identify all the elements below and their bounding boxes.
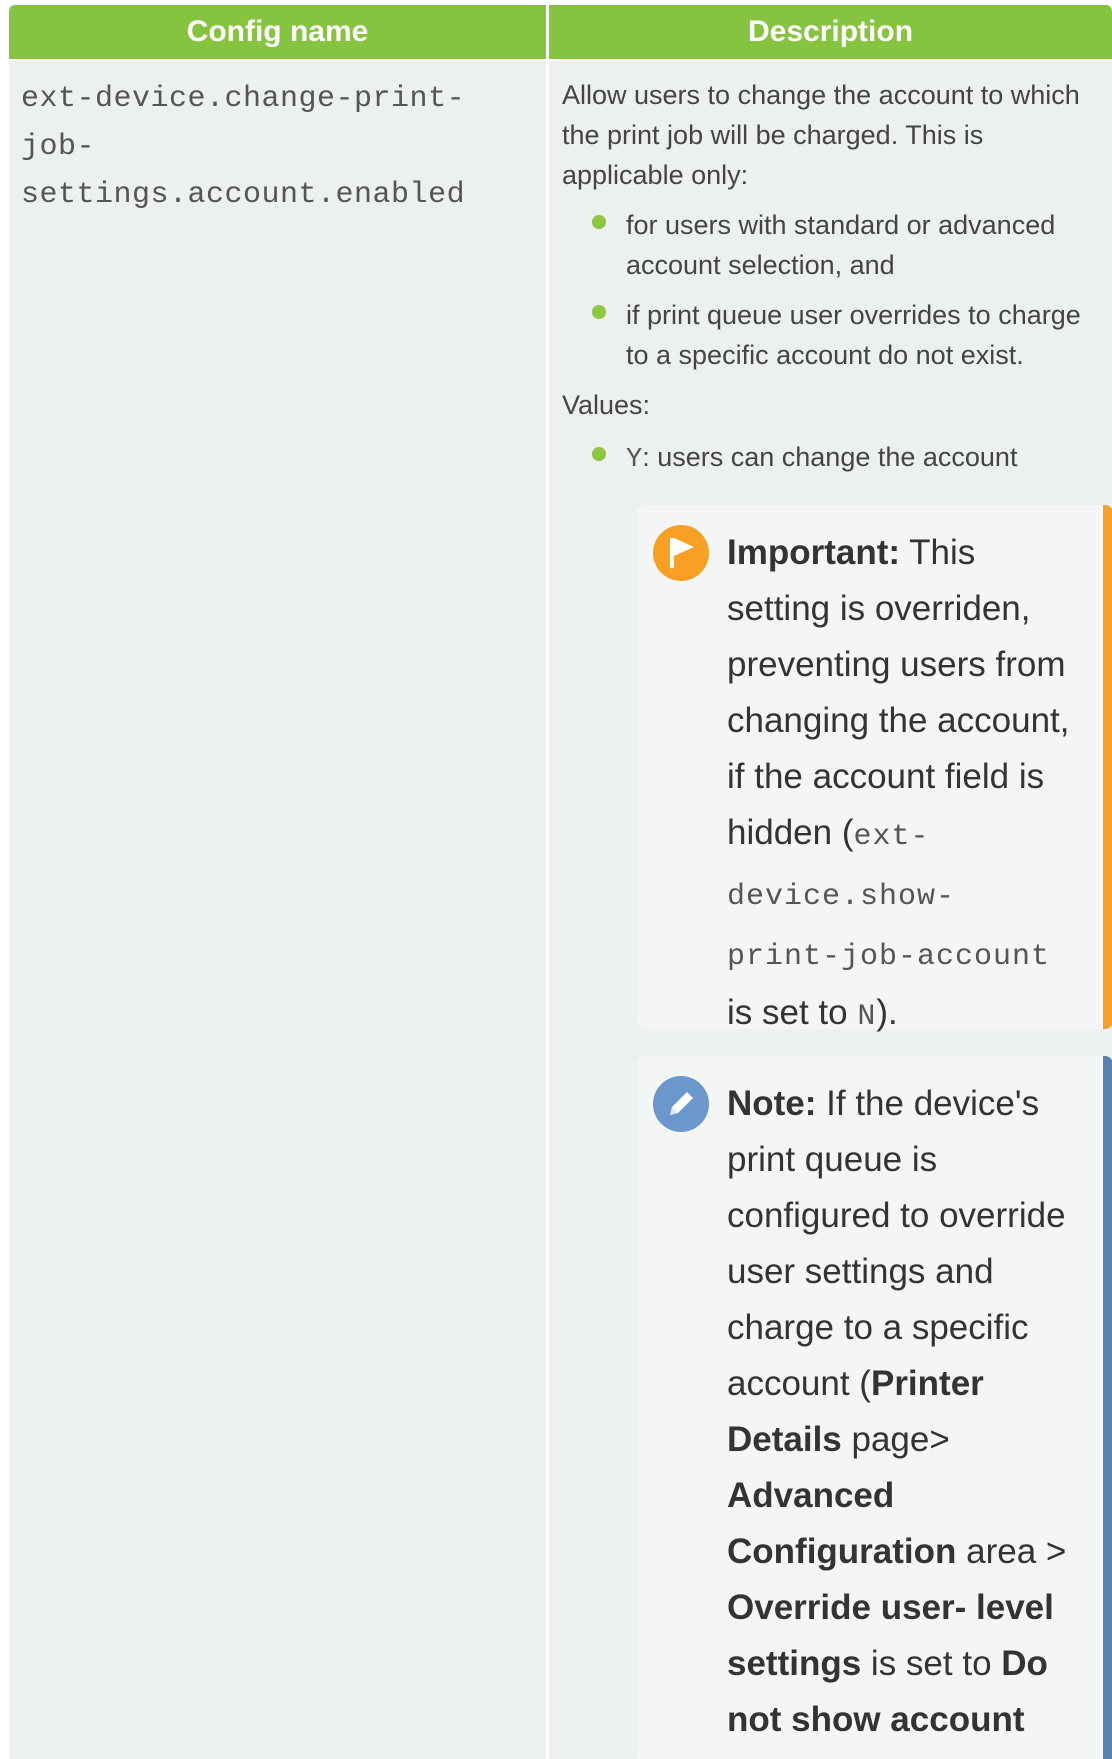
note-text-part: If the device's print queue is configure… [727,1084,1066,1403]
description-content: Allow users to change the account to whi… [562,75,1110,480]
note-callout: Note: If the device's print queue is con… [637,1056,1112,1759]
description-intro: Allow users to change the account to whi… [562,80,1080,190]
condition-text: if print queue user overrides to charge … [626,300,1081,370]
values-list: Y: users can change the account [562,437,1110,480]
config-name-line: settings.account.enabled [21,178,466,212]
note-text-part: is set to [861,1644,1002,1683]
bullet-icon [592,447,606,461]
config-name-line: job- [21,130,96,164]
important-text-part: is set to [727,993,858,1032]
bullet-icon [592,305,606,319]
important-code: ext- [853,820,930,854]
list-item: Y: users can change the account [562,437,1110,480]
config-name-header: Config name [9,5,546,59]
value-text: : users can change the account [642,442,1018,472]
config-name-value: ext-device.change-print- job- settings.a… [21,75,541,219]
note-text-part: page> [841,1420,950,1459]
important-callout: Important: This setting is overriden, pr… [637,505,1112,1034]
description-header: Description [549,5,1112,59]
value-code: Y [626,445,643,475]
condition-text: for users with standard or advanced acco… [626,210,1056,280]
config-table: Config name Description ext-device.chang… [9,5,1112,1759]
important-text-part: ). [876,993,898,1032]
note-text-part: area > [956,1532,1067,1571]
important-text-part: This setting is overriden, preventing us… [727,533,1070,852]
pencil-icon [653,1076,709,1132]
important-code: print-job-account [727,940,1051,974]
important-code: N [857,1000,877,1034]
note-bold-part: Advanced Configuration [727,1476,957,1571]
important-code: device.show- [727,880,956,914]
important-text: Important: This setting is overriden, pr… [727,525,1087,1045]
table-header: Config name Description [9,5,1112,59]
config-name-line: ext-device.change-print- [21,82,466,116]
values-label: Values: [562,390,651,420]
config-name-cell: ext-device.change-print- job- settings.a… [9,61,546,1759]
flag-icon [653,525,709,581]
note-text: Note: If the device's print queue is con… [727,1076,1087,1748]
list-item: for users with standard or advanced acco… [562,205,1110,285]
bullet-icon [592,215,606,229]
important-label: Important: [727,533,901,572]
conditions-list: for users with standard or advanced acco… [562,205,1110,375]
note-label: Note: [727,1084,817,1123]
list-item: if print queue user overrides to charge … [562,295,1110,375]
